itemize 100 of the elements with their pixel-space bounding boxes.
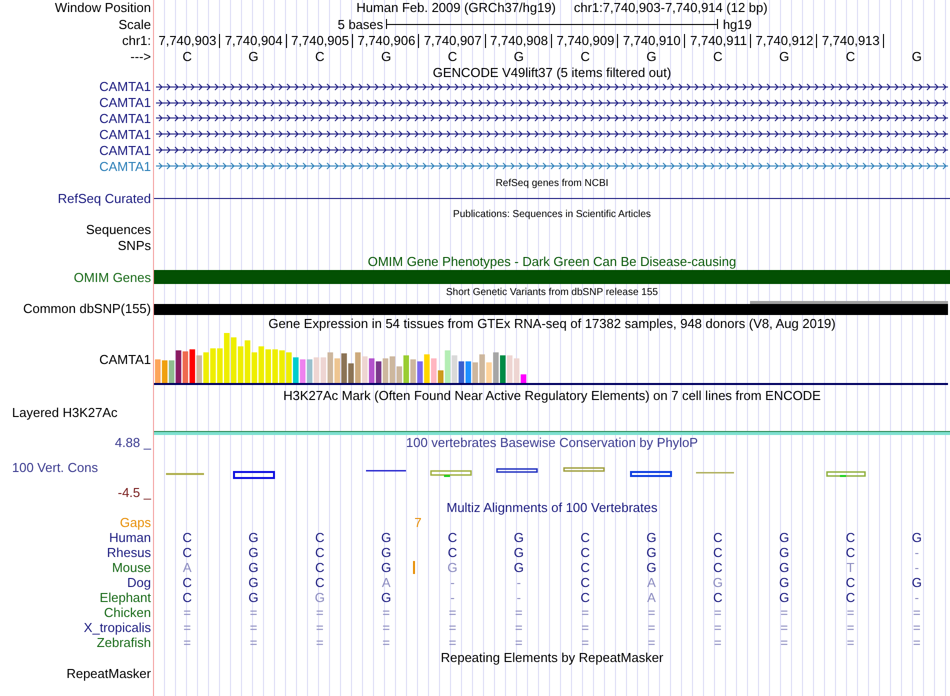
species-label: Elephant [100,590,151,606]
aligned-base: = [581,605,589,620]
aligned-base: C [580,560,590,576]
aligned-base: G [447,560,458,576]
gap-count: 7 [414,515,422,530]
sequence-base: C [448,49,458,64]
ruler-tick: 7,740,903 [154,34,220,48]
aligned-base: = [250,635,258,650]
aligned-base: G [779,545,790,560]
aligned-base: G [381,590,392,606]
track-title: GENCODE V49lift37 (5 items filtered out) [432,64,672,81]
aligned-base: = [780,635,788,650]
gene-label[interactable]: CAMTA1 [99,158,151,174]
track-label: Sequences [86,222,151,238]
aligned-base: = [515,635,523,650]
aligned-base: G [381,545,392,560]
gene-label[interactable]: CAMTA1 [99,126,151,142]
aligned-base: = [648,620,656,636]
aligned-base: = [448,620,456,636]
aligned-base: = [448,635,456,650]
aligned-base: = [846,635,854,650]
sequence-base: C [580,49,590,64]
position-text: chr1:7,740,903-7,740,914 (12 bp) [574,0,768,16]
aligned-base: G [514,545,524,560]
aligned-base: G [779,575,790,590]
aligned-base: - [914,545,919,560]
track-label: RepeatMasker [66,666,151,682]
sequence-base: C [846,49,856,64]
ruler-tick: 7,740,907 [419,34,486,48]
aligned-base: C [580,575,590,590]
aligned-base: C [182,530,192,546]
aligned-base: = [913,620,921,636]
aligned-base: C [846,530,856,546]
sequence-base: C [182,49,192,64]
assembly-text: hg19 [722,16,752,32]
aligned-base: - [516,590,521,606]
aligned-base: C [713,590,723,606]
axis-max-label: 4.88 _ [114,434,151,450]
gene-label[interactable]: CAMTA1 [99,95,151,110]
chromosome-label: chr1: [122,33,151,48]
aligned-base: G [248,530,259,546]
aligned-base: = [648,605,656,620]
aligned-base: G [248,575,259,590]
aligned-base: G [248,545,259,560]
ruler-tick: 7,740,906 [353,34,420,48]
aligned-base: = [448,605,456,620]
aligned-base: C [448,545,458,560]
aligned-base: A [647,590,656,606]
aligned-base: G [912,530,922,546]
gene-label[interactable]: CAMTA1 [99,79,151,94]
aligned-base: C [182,545,192,560]
ruler-tick: 7,740,908 [486,34,552,48]
aligned-base: G [712,575,723,590]
aligned-base: - [450,575,455,590]
aligned-base: G [779,590,790,606]
aligned-base: G [514,560,524,576]
track-label: Scale [118,16,151,32]
ruler-tick: 7,740,904 [220,34,287,48]
track-title: H3K27Ac Mark (Often Found Near Active Regulatory Elements) on 7 cell lines from ENCODE [283,388,821,404]
aligned-base: C [580,530,590,546]
track-title: Repeating Elements by RepeatMasker [440,650,664,666]
aligned-base: = [183,605,191,620]
species-label: Dog [127,575,151,590]
aligned-base: = [913,635,921,650]
aligned-base: A [182,560,192,576]
aligned-base: = [250,620,258,636]
sequence-base: G [514,49,524,64]
sequence-base: G [912,49,922,64]
aligned-base: C [713,545,723,560]
track-title: Multiz Alignments of 100 Vertebrates [446,500,658,516]
species-label: Human [109,530,151,546]
aligned-base: = [780,620,788,636]
aligned-base: A [647,575,656,590]
aligned-base: C [315,545,325,560]
aligned-base: C [713,560,723,576]
aligned-base: = [581,635,589,650]
aligned-base: = [648,635,656,650]
aligned-base: G [314,590,325,606]
track-title: RefSeq genes from NCBI [496,177,608,190]
sequence-base: G [248,49,259,64]
aligned-base: = [780,605,788,620]
aligned-base: G [381,530,392,546]
aligned-base: = [846,620,854,636]
aligned-base: A [382,575,390,590]
track-label: 100 Vert. Cons [11,460,98,475]
gene-label[interactable]: CAMTA1 [99,142,151,158]
aligned-base: C [713,530,723,546]
sequence-base: G [779,49,790,64]
aligned-base: G [248,560,259,576]
aligned-base: C [846,545,856,560]
gene-label[interactable]: CAMTA1 [99,110,151,126]
aligned-base: = [515,605,523,620]
species-label: X_tropicalis [84,620,151,636]
track-title: 100 vertebrates Basewise Conservation by PhyloP [406,434,698,451]
aligned-base: = [581,620,589,636]
sequence-base: C [315,49,325,64]
aligned-base: G [646,545,657,560]
aligned-base: C [448,530,458,546]
ruler-tick: 7,740,910 [618,34,685,48]
gene-label: CAMTA1 [99,352,151,368]
